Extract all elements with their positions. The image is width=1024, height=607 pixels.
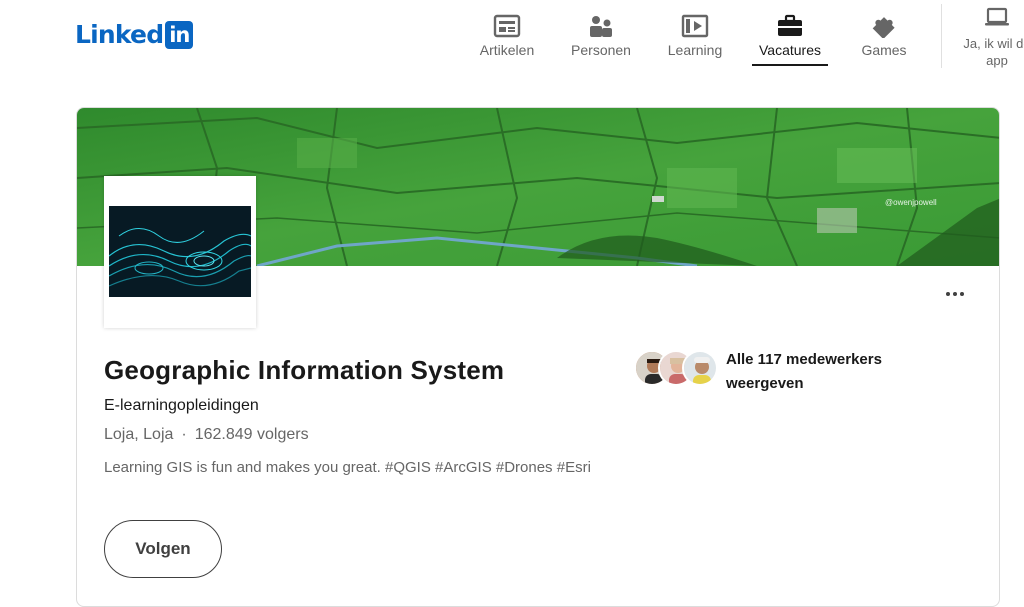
- company-name: Geographic Information System: [104, 355, 505, 385]
- get-app-label: Ja, ik wil de app: [963, 36, 1024, 68]
- employee-avatars: [634, 348, 720, 388]
- company-industry: E-learningopleidingen: [104, 397, 259, 414]
- view-employees-link[interactable]: Alle 117 medewerkers weergeven: [634, 348, 906, 396]
- company-meta: Loja, Loja · 162.849 volgers: [104, 426, 309, 444]
- nav-label-games: Games: [861, 42, 907, 58]
- more-options-icon: [946, 292, 950, 296]
- avatar: [682, 350, 718, 386]
- view-employees-text: Alle 117 medewerkers weergeven: [726, 351, 882, 392]
- nav-item-get-app[interactable]: Ja, ik wil de app: [952, 6, 1024, 69]
- puzzle-icon: [871, 13, 897, 39]
- nav-item-games[interactable]: Games: [856, 0, 912, 70]
- follow-button[interactable]: Volgen: [104, 520, 222, 578]
- topographic-logo-image: [109, 206, 251, 297]
- nav-divider: [941, 4, 942, 68]
- nav-item-people[interactable]: Personen: [568, 0, 634, 70]
- company-followers: 162.849 volgers: [194, 426, 309, 443]
- people-icon: [588, 13, 614, 39]
- meta-separator: ·: [181, 426, 187, 443]
- active-tab-indicator: [752, 64, 828, 66]
- nav-label-people: Personen: [571, 42, 631, 58]
- nav-label-articles: Artikelen: [479, 42, 535, 58]
- company-tagline: Learning GIS is fun and makes you great.…: [104, 459, 591, 476]
- nav-label-learning: Learning: [667, 42, 723, 58]
- top-navigation-bar: Linked in Artikelen Personen Learning Va…: [0, 0, 1024, 78]
- nav-item-jobs[interactable]: Vacatures: [752, 0, 828, 70]
- company-logo: [104, 176, 256, 328]
- company-location: Loja, Loja: [104, 426, 174, 443]
- nav-item-articles[interactable]: Artikelen: [476, 0, 538, 70]
- articles-icon: [493, 13, 521, 39]
- nav-label-jobs: Vacatures: [759, 42, 821, 58]
- briefcase-icon: [777, 13, 803, 39]
- logo-wordmark: Linked: [75, 20, 164, 49]
- learning-icon: [681, 13, 709, 39]
- linkedin-logo[interactable]: Linked in: [75, 20, 194, 49]
- laptop-icon: [983, 6, 1011, 33]
- more-options-button[interactable]: [935, 283, 975, 305]
- banner-photo-credit: @owenjpowell: [885, 198, 937, 207]
- logo-in-box: in: [165, 20, 194, 49]
- nav-item-learning[interactable]: Learning: [664, 0, 726, 70]
